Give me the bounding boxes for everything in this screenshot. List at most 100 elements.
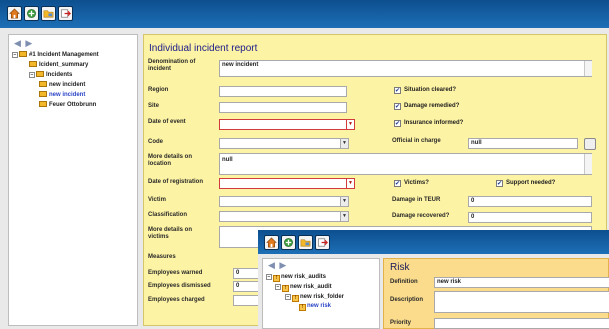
tree-node-label: Feuer Ottobrunn [49,102,97,108]
chevron-down-icon[interactable]: ▼ [340,212,348,221]
victims-label: Victims? [404,180,429,186]
definition-label: Definition [390,279,418,285]
tree-node-label: new risk_folder [300,294,345,300]
more-details-location-field[interactable]: null [219,153,592,175]
damage-remedied-checkbox[interactable]: ✔ [394,103,401,110]
tree-node-new-risk[interactable]: ! new risk [299,302,332,311]
insurance-informed-label: Insurance informed? [404,120,464,126]
denomination-label: Denomination of incident [148,59,196,72]
date-of-registration-field[interactable]: ▼ [219,178,355,189]
chevron-down-icon[interactable]: ▼ [340,197,348,206]
folder-icon [29,61,37,67]
priority-label: Priority [390,320,412,326]
denomination-scrollbar[interactable] [584,61,592,76]
folder-icon [19,51,27,57]
tree-node-new-incident-1[interactable]: new incident [39,81,85,89]
description-field[interactable] [434,291,609,313]
date-picker-arrow-icon[interactable]: ▼ [346,120,354,129]
date-of-event-field[interactable]: ▼ [219,119,355,130]
tree-node-incidents[interactable]: − Incidents [29,71,72,79]
denomination-field[interactable]: new incident [219,60,592,77]
collapse-toggle-icon[interactable]: − [266,274,272,280]
site-field[interactable] [219,102,347,113]
folder-icon[interactable] [298,235,313,250]
risk-window-toolbar [258,230,609,254]
tree-node-label: Incidents [46,72,73,78]
tree-node-feuer-ottobrunn[interactable]: Feuer Ottobrunn [39,101,96,109]
home-icon[interactable] [264,235,279,250]
damage-in-teur-label: Damage in TEUR [392,197,441,203]
export-icon[interactable] [58,6,73,21]
collapse-toggle-icon[interactable]: − [275,284,281,290]
official-in-charge-label: Official in charge [392,138,441,144]
victim-label: Victim [148,197,166,203]
victim-select[interactable]: ▼ [219,196,349,207]
tree-node-label: new risk_audits [281,274,327,280]
tree-node-label: Icident_summary [39,62,89,68]
more-details-location-label: More details on location [148,154,193,167]
date-picker-arrow-icon[interactable]: ▼ [346,179,354,188]
measures-label: Measures [148,254,176,260]
definition-field[interactable]: new risk [434,277,609,288]
folder-icon[interactable] [41,6,56,21]
situation-cleared-checkbox[interactable]: ✔ [394,87,401,94]
tree-node-label: new risk_audit [290,284,332,290]
code-label: Code [148,139,163,145]
employees-charged-label: Employees charged [148,297,205,303]
folder-icon [39,101,47,107]
export-icon[interactable] [315,235,330,250]
date-of-registration-label: Date of registration [148,179,204,185]
more-details-victims-label: More details on victims [148,227,193,240]
tree-node-label: new incident [49,82,86,88]
situation-cleared-label: Situation cleared? [404,87,457,93]
main-toolbar [0,0,609,28]
tree-node-incident-summary[interactable]: Icident_summary [29,61,88,69]
collapse-toggle-icon[interactable]: − [29,72,35,78]
tree-node-incident-management[interactable]: − #1 Incident Management [12,51,99,59]
code-select[interactable]: ▼ [219,138,349,149]
risk-icon: ! [273,275,280,282]
support-needed-label: Support needed? [506,180,556,186]
insurance-informed-checkbox[interactable]: ✔ [394,120,401,127]
risk-icon: ! [282,285,289,292]
navigation-tree: ◀ ▶ − #1 Incident Management Icident_summ… [8,34,138,326]
tree-add-icon[interactable] [24,6,39,21]
risk-form: Risk Definition new risk Description Pri… [383,258,609,329]
tree-node-label: new incident [49,92,86,98]
tree-nav-arrows[interactable]: ◀ ▶ [14,38,33,49]
more-details-location-scrollbar[interactable] [584,154,592,174]
classification-label: Classification [148,212,188,218]
victims-checkbox[interactable]: ✔ [394,180,401,187]
risk-icon: ! [292,295,299,302]
region-field[interactable] [219,86,347,97]
damage-recovered-label: Damage recovered? [392,213,450,219]
tree-add-icon[interactable] [281,235,296,250]
support-needed-checkbox[interactable]: ✔ [496,180,503,187]
folder-icon [36,71,44,77]
description-label: Description [390,297,424,303]
damage-in-teur-field[interactable]: 0 [468,196,592,207]
official-in-charge-field[interactable]: null [468,138,578,149]
home-icon[interactable] [7,6,22,21]
folder-icon [39,81,47,87]
risk-tree-nav-arrows[interactable]: ◀ ▶ [268,260,287,271]
employees-dismissed-label: Employees dismissed [148,283,211,289]
collapse-toggle-icon[interactable]: − [12,52,18,58]
official-lookup-button[interactable] [584,138,596,150]
risk-title: Risk [390,262,410,273]
tree-node-new-incident-2[interactable]: new incident [39,91,85,99]
folder-icon [39,91,47,97]
damage-recovered-field[interactable]: 0 [468,212,592,223]
tree-node-risk-folder[interactable]: −! new risk_folder [285,293,345,302]
priority-field[interactable] [434,318,609,329]
date-of-event-label: Date of event [148,119,186,125]
collapse-toggle-icon[interactable]: − [285,294,291,300]
classification-select[interactable]: ▼ [219,211,349,222]
tree-node-risk-audits[interactable]: −! new risk_audits [266,273,327,282]
tree-node-label: new risk [307,303,332,309]
risk-icon: ! [299,304,306,311]
site-label: Site [148,103,160,109]
chevron-down-icon[interactable]: ▼ [340,139,348,148]
tree-node-risk-audit[interactable]: −! new risk_audit [275,283,332,292]
risk-window: ◀ ▶ −! new risk_audits −! new risk_audit −… [258,230,609,329]
